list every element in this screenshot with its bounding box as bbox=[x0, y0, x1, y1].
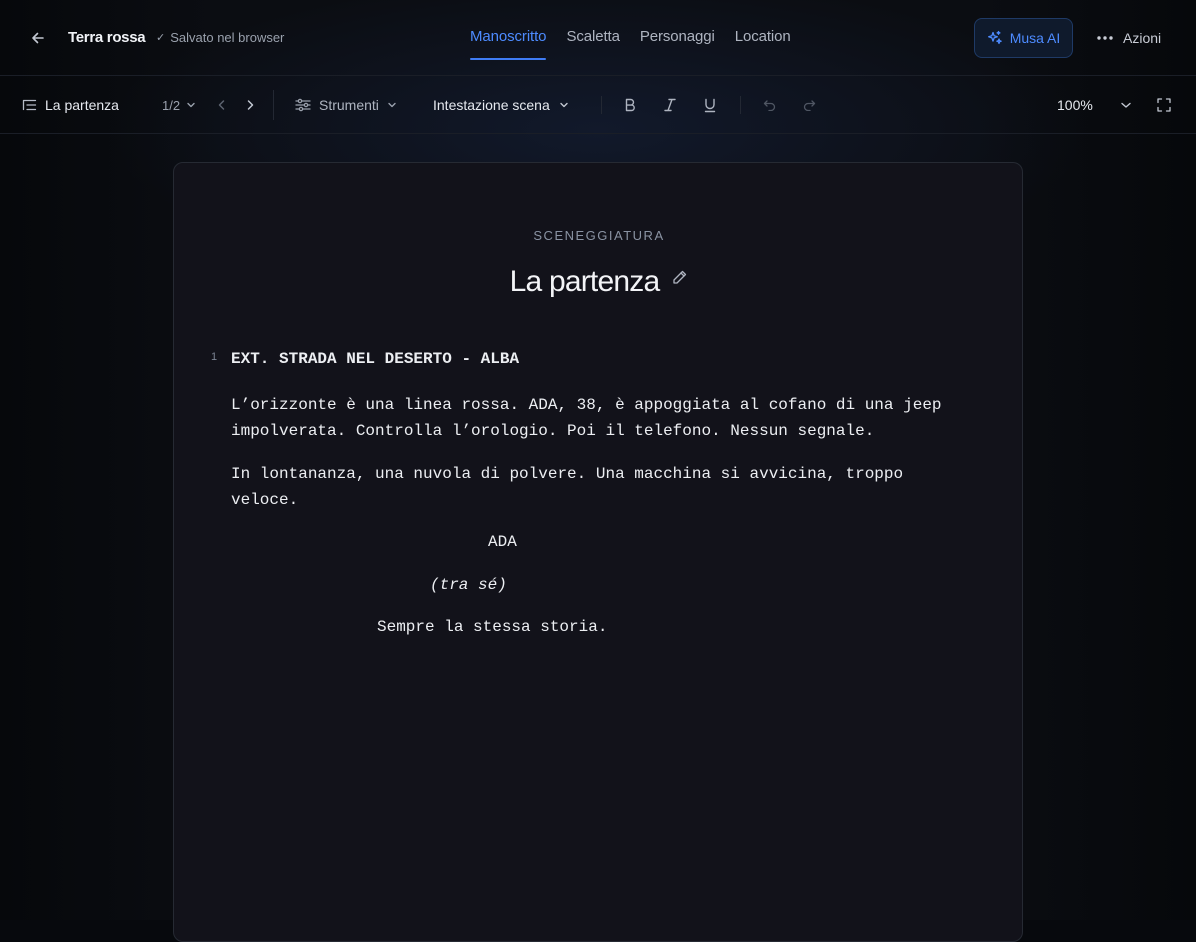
document-title-row: La partenza bbox=[174, 265, 1024, 299]
action-block[interactable]: L’orizzonte è una linea rossa. ADA, 38, … bbox=[231, 392, 949, 444]
zoom-level: 100% bbox=[1057, 97, 1093, 113]
chevron-down-icon bbox=[1121, 102, 1131, 108]
chevron-right-icon bbox=[247, 100, 254, 110]
next-scene-button[interactable] bbox=[245, 76, 255, 134]
toolbar-divider bbox=[601, 96, 602, 114]
redo-icon bbox=[803, 100, 816, 111]
outline-list-icon bbox=[22, 98, 37, 112]
italic-icon bbox=[664, 98, 676, 112]
sliders-icon bbox=[295, 98, 311, 112]
more-horizontal-icon bbox=[1097, 36, 1113, 40]
element-type-label: Intestazione scena bbox=[433, 97, 550, 113]
document-kicker: SCENEGGIATURA bbox=[533, 228, 665, 243]
arrow-left-icon bbox=[32, 32, 44, 44]
save-status-text: Salvato nel browser bbox=[170, 30, 285, 45]
scene-counter-dropdown[interactable]: 1/2 bbox=[162, 76, 196, 134]
scene-name: La partenza bbox=[45, 97, 119, 113]
actions-menu-button[interactable]: Azioni bbox=[1096, 28, 1161, 48]
line-number: 1 bbox=[211, 351, 218, 363]
scene-heading[interactable]: EXT. STRADA NEL DESERTO - ALBA bbox=[231, 349, 951, 369]
tab-personaggi[interactable]: Personaggi bbox=[640, 0, 715, 76]
project-title: Terra rossa bbox=[68, 29, 146, 46]
chevron-down-icon bbox=[187, 102, 195, 108]
tools-dropdown[interactable]: Strumenti bbox=[295, 76, 397, 134]
tab-manoscritto[interactable]: Manoscritto bbox=[470, 0, 547, 76]
chevron-down-icon bbox=[388, 102, 396, 108]
chevron-left-icon bbox=[218, 100, 225, 110]
previous-scene-button[interactable] bbox=[217, 76, 227, 134]
tab-location[interactable]: Location bbox=[735, 0, 791, 76]
actions-label: Azioni bbox=[1123, 30, 1162, 46]
tools-label: Strumenti bbox=[319, 97, 379, 113]
underline-icon bbox=[704, 98, 716, 112]
sparkles-icon bbox=[987, 30, 1002, 45]
musa-ai-button[interactable]: Musa AI bbox=[974, 18, 1073, 58]
tab-scaletta[interactable]: Scaletta bbox=[566, 0, 620, 76]
screenplay-body[interactable]: 1 EXT. STRADA NEL DESERTO - ALBA L’orizz… bbox=[211, 349, 951, 640]
italic-button[interactable] bbox=[664, 76, 676, 134]
top-bar: Terra rossa ✓ Salvato nel browser Manosc… bbox=[0, 0, 1196, 76]
document-title: La partenza bbox=[509, 265, 660, 298]
undo-button[interactable] bbox=[763, 76, 776, 134]
character-cue[interactable]: ADA bbox=[231, 529, 951, 555]
musa-ai-label: Musa AI bbox=[1009, 30, 1061, 46]
manuscript-page: SCENEGGIATURA La partenza 1 EXT. STRADA … bbox=[173, 162, 1023, 942]
zoom-dropdown-toggle[interactable] bbox=[1120, 76, 1132, 134]
editor-toolbar: La partenza 1/2 Strumenti Intestazione s… bbox=[0, 76, 1196, 134]
redo-button[interactable] bbox=[803, 76, 816, 134]
edit-title-button[interactable] bbox=[671, 269, 688, 291]
back-button[interactable] bbox=[24, 24, 52, 52]
parenthetical[interactable]: (tra sé) bbox=[231, 572, 951, 598]
bold-button[interactable] bbox=[624, 76, 636, 134]
pencil-icon bbox=[673, 270, 687, 284]
toolbar-divider bbox=[273, 90, 274, 120]
scene-selector[interactable]: La partenza bbox=[22, 76, 119, 134]
dialogue-line[interactable]: Sempre la stessa storia. bbox=[231, 614, 951, 640]
toolbar-divider bbox=[740, 96, 741, 114]
fullscreen-icon bbox=[1157, 98, 1171, 112]
main-nav-tabs: Manoscritto Scaletta Personaggi Location bbox=[470, 0, 811, 76]
element-type-dropdown[interactable]: Intestazione scena bbox=[433, 76, 569, 134]
fullscreen-button[interactable] bbox=[1157, 76, 1171, 134]
underline-button[interactable] bbox=[704, 76, 716, 134]
undo-icon bbox=[763, 100, 776, 111]
chevron-down-icon bbox=[560, 102, 568, 108]
zoom-dropdown[interactable]: 100% bbox=[1057, 76, 1093, 134]
save-status: ✓ Salvato nel browser bbox=[156, 30, 284, 45]
action-block[interactable]: In lontananza, una nuvola di polvere. Un… bbox=[231, 461, 949, 513]
check-icon: ✓ bbox=[156, 32, 166, 44]
bold-icon bbox=[625, 98, 635, 112]
scene-counter: 1/2 bbox=[162, 97, 181, 113]
